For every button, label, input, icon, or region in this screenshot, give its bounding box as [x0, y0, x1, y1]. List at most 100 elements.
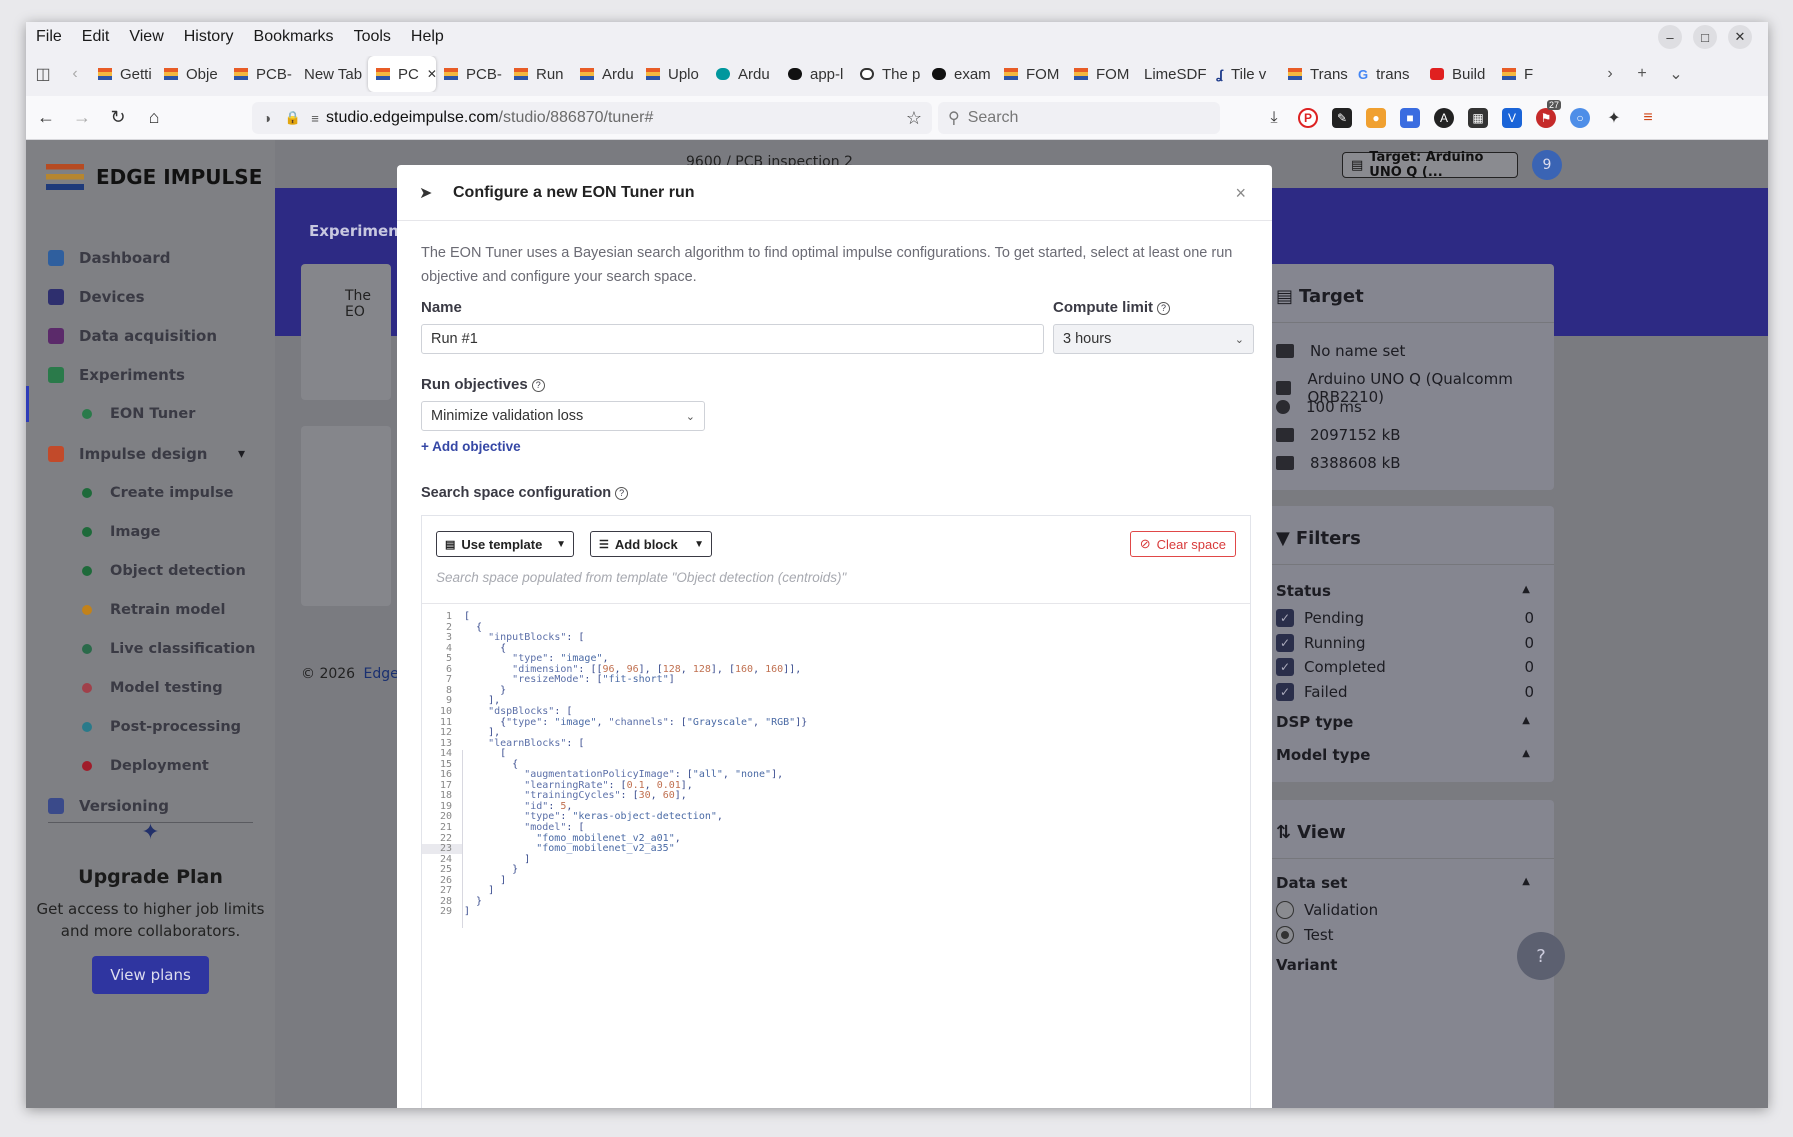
tab-4[interactable]: PC ✕: [368, 56, 436, 92]
tab-14[interactable]: FOM: [1066, 56, 1136, 92]
name-input[interactable]: Run #1: [421, 324, 1044, 354]
tab-18[interactable]: Gtrans: [1350, 56, 1422, 92]
avatar[interactable]: 9: [1532, 150, 1562, 180]
help-circle-icon[interactable]: ?: [531, 379, 545, 392]
menu-tools[interactable]: Tools: [344, 28, 401, 46]
sidebar-item-deployment[interactable]: Deployment: [26, 756, 275, 776]
chevron-up-icon[interactable]: ▲: [1522, 748, 1530, 759]
status-section[interactable]: Status: [1276, 582, 1331, 600]
tab-1[interactable]: Obje: [156, 56, 226, 92]
extension-pocket-icon[interactable]: P: [1298, 108, 1318, 128]
view-plans-button[interactable]: View plans: [92, 956, 209, 994]
home-icon[interactable]: ⌂: [136, 107, 172, 128]
sidebar-item-create-impulse[interactable]: Create impulse: [26, 483, 275, 503]
brand-logo[interactable]: EDGE IMPULSE: [46, 164, 262, 190]
tab-overview-icon[interactable]: ◫: [26, 64, 60, 84]
close-tab-icon[interactable]: ✕: [427, 67, 436, 81]
tab-15[interactable]: LimeSDF: [1136, 56, 1208, 92]
extension-globe-icon[interactable]: ○: [1570, 108, 1590, 128]
filter-failed[interactable]: ✓ Failed 0: [1276, 683, 1534, 701]
chevron-down-icon[interactable]: ▾: [238, 446, 245, 462]
tab-11[interactable]: The p: [852, 56, 924, 92]
tab-13[interactable]: FOM: [996, 56, 1066, 92]
back-icon[interactable]: ←: [28, 107, 64, 128]
tab-5[interactable]: PCB-: [436, 56, 506, 92]
tabs-scroll-left-icon[interactable]: ‹: [60, 65, 90, 83]
filter-pending[interactable]: ✓ Pending 0: [1276, 609, 1534, 627]
dataset-test-option[interactable]: Test: [1276, 926, 1334, 944]
add-objective-button[interactable]: + Add objective: [421, 439, 521, 454]
close-icon[interactable]: ×: [1235, 183, 1246, 204]
tabs-scroll-right-icon[interactable]: ›: [1595, 65, 1625, 83]
shield-icon[interactable]: ◑: [252, 110, 282, 126]
sidebar-item-impulse-design[interactable]: Impulse design ▾: [26, 444, 275, 464]
list-tabs-icon[interactable]: ⌄: [1659, 64, 1693, 84]
sidebar-item-post-processing[interactable]: Post-processing: [26, 717, 275, 737]
dataset-section[interactable]: Data set: [1276, 874, 1347, 892]
sidebar-item-object-detection[interactable]: Object detection: [26, 561, 275, 581]
chevron-up-icon[interactable]: ▲: [1522, 715, 1530, 726]
tab-16[interactable]: ʆ Tile v: [1208, 56, 1280, 92]
forward-icon[interactable]: →: [64, 107, 100, 128]
close-window-icon[interactable]: ✕: [1728, 25, 1752, 49]
filter-completed[interactable]: ✓ Completed 0: [1276, 658, 1534, 676]
checkbox-checked-icon[interactable]: ✓: [1276, 683, 1294, 701]
sidebar-item-dashboard[interactable]: Dashboard: [26, 248, 275, 268]
tab-8[interactable]: Uplo: [638, 56, 708, 92]
sidebar-item-model-testing[interactable]: Model testing: [26, 678, 275, 698]
add-block-button[interactable]: ☰ Add block ▼: [590, 531, 712, 557]
filter-running[interactable]: ✓ Running 0: [1276, 634, 1534, 652]
extension-grid-icon[interactable]: ▦: [1468, 108, 1488, 128]
app-menu-icon[interactable]: ≡: [1638, 108, 1658, 128]
menu-file[interactable]: File: [26, 28, 72, 46]
menu-view[interactable]: View: [119, 28, 173, 46]
minimize-icon[interactable]: –: [1658, 25, 1682, 49]
sidebar-item-eon-tuner[interactable]: EON Tuner: [26, 404, 275, 424]
permissions-icon[interactable]: ≡: [304, 111, 326, 126]
help-circle-icon[interactable]: ?: [615, 487, 629, 500]
checkbox-checked-icon[interactable]: ✓: [1276, 634, 1294, 652]
tab-0[interactable]: Getti: [90, 56, 156, 92]
menu-history[interactable]: History: [174, 28, 244, 46]
compute-limit-select[interactable]: 3 hours ⌄: [1053, 324, 1254, 354]
sidebar-item-retrain-model[interactable]: Retrain model: [26, 600, 275, 620]
bookmark-star-icon[interactable]: ☆: [906, 108, 922, 129]
extension-chat-icon[interactable]: ■: [1400, 108, 1420, 128]
extension-dark-icon[interactable]: ✎: [1332, 108, 1352, 128]
extensions-puzzle-icon[interactable]: ✦: [1604, 108, 1624, 128]
menu-edit[interactable]: Edit: [72, 28, 120, 46]
tab-7[interactable]: Ardu: [572, 56, 638, 92]
menu-help[interactable]: Help: [401, 28, 454, 46]
extension-ublock-icon[interactable]: ⚑: [1536, 108, 1556, 128]
variant-section[interactable]: Variant: [1276, 956, 1337, 974]
search-box[interactable]: ⚲ Search: [938, 102, 1220, 134]
tab-3[interactable]: New Tab: [296, 56, 368, 92]
tab-19[interactable]: Build: [1422, 56, 1494, 92]
model-type-section[interactable]: Model type: [1276, 746, 1370, 764]
sidebar-item-image[interactable]: Image: [26, 522, 275, 542]
sidebar-item-devices[interactable]: Devices: [26, 287, 275, 307]
lock-icon[interactable]: 🔒: [282, 110, 304, 126]
tab-12[interactable]: exam: [924, 56, 996, 92]
tab-9[interactable]: Ardu: [708, 56, 780, 92]
target-button[interactable]: ▤ Target: Arduino UNO Q (...: [1342, 150, 1518, 180]
chevron-up-icon[interactable]: ▲: [1522, 876, 1530, 887]
extension-a-icon[interactable]: A: [1434, 108, 1454, 128]
dsp-type-section[interactable]: DSP type: [1276, 713, 1353, 731]
help-button[interactable]: ?: [1517, 932, 1565, 980]
menu-bookmarks[interactable]: Bookmarks: [244, 28, 344, 46]
extension-v-icon[interactable]: V: [1502, 108, 1522, 128]
tab-20[interactable]: F: [1494, 56, 1534, 92]
use-template-button[interactable]: ▤ Use template ▼: [436, 531, 574, 557]
downloads-icon[interactable]: ⤓: [1264, 108, 1284, 128]
radio-selected-icon[interactable]: [1276, 926, 1294, 944]
chevron-up-icon[interactable]: ▲: [1522, 584, 1530, 595]
new-tab-icon[interactable]: +: [1625, 65, 1659, 83]
tab-10[interactable]: app-l: [780, 56, 852, 92]
checkbox-checked-icon[interactable]: ✓: [1276, 658, 1294, 676]
checkbox-checked-icon[interactable]: ✓: [1276, 609, 1294, 627]
radio-unselected-icon[interactable]: [1276, 901, 1294, 919]
sidebar-item-experiments[interactable]: Experiments: [26, 365, 275, 385]
dataset-validation-option[interactable]: Validation: [1276, 901, 1378, 919]
tab-2[interactable]: PCB-: [226, 56, 296, 92]
